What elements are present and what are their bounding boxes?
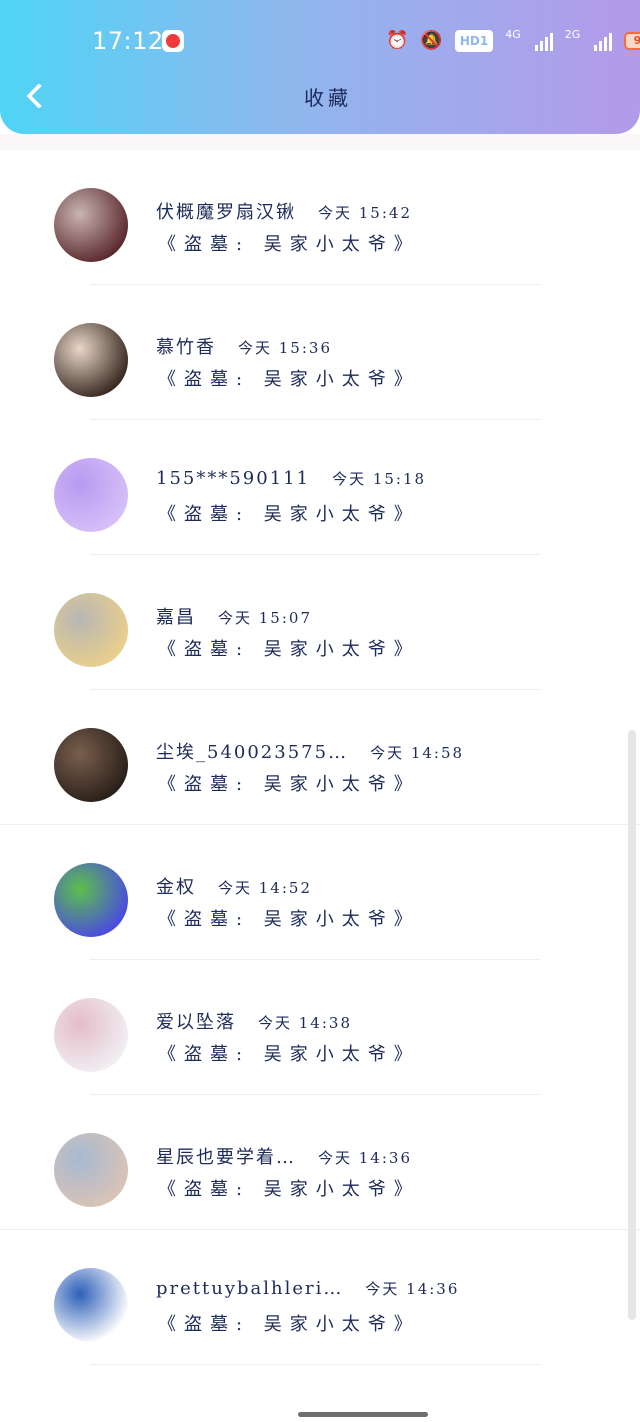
item-header: prettuybalhleri… 今天 14:36 [156,1278,459,1299]
list-item[interactable]: 155***590111 今天 15:18 《盗墓: 吴家小太爷》 [0,420,640,555]
user-name[interactable]: 尘埃_540023575… [156,742,348,763]
book-title[interactable]: 《盗墓: 吴家小太爷》 [158,365,420,391]
timestamp: 今天 15:18 [332,470,427,488]
user-name[interactable]: prettuybalhleri… [156,1278,343,1299]
app-header: 17:12 ⏰ 🔕 HD1 4G 2G 98 收藏 [0,0,640,134]
home-indicator[interactable] [298,1412,428,1417]
avatar[interactable] [54,998,128,1072]
alarm-icon: ⏰ [386,30,409,51]
avatar[interactable] [54,458,128,532]
status-time: 17:12 [92,27,164,55]
list-item[interactable]: 嘉昌 今天 15:07 《盗墓: 吴家小太爷》 [0,555,640,690]
book-title[interactable]: 《盗墓: 吴家小太爷》 [158,770,420,796]
avatar[interactable] [54,863,128,937]
avatar[interactable] [54,1268,128,1342]
user-name[interactable]: 星辰也要学着… [156,1147,296,1168]
book-title[interactable]: 《盗墓: 吴家小太爷》 [158,635,420,661]
item-header: 尘埃_540023575… 今天 14:58 [156,738,464,764]
status-bar: 17:12 ⏰ 🔕 HD1 4G 2G 98 [0,0,640,80]
timestamp: 今天 15:42 [318,204,412,222]
network-label-2: 2G [564,28,581,41]
timestamp: 今天 14:58 [370,744,465,762]
item-header: 慕竹香 今天 15:36 [156,333,332,359]
signal-icon-2 [594,31,613,51]
battery-icon: 98 [624,32,640,50]
user-name[interactable]: 金权 [156,877,196,898]
list-item[interactable]: 尘埃_540023575… 今天 14:58 《盗墓: 吴家小太爷》 [0,690,640,825]
list-item[interactable]: 慕竹香 今天 15:36 《盗墓: 吴家小太爷》 [0,285,640,420]
item-header: 金权 今天 14:52 [156,873,312,899]
timestamp: 今天 15:07 [218,609,312,627]
avatar[interactable] [54,728,128,802]
mute-icon: 🔕 [420,30,443,51]
scrollbar[interactable] [628,730,636,1320]
header-divider [0,134,640,150]
avatar[interactable] [54,188,128,262]
status-icons: ⏰ 🔕 HD1 4G 2G 98 [386,28,640,54]
user-name[interactable]: 爱以坠落 [156,1012,236,1033]
timestamp: 今天 14:36 [365,1280,460,1298]
item-header: 爱以坠落 今天 14:38 [156,1008,352,1034]
item-header: 星辰也要学着… 今天 14:36 [156,1143,412,1169]
book-title[interactable]: 《盗墓: 吴家小太爷》 [158,1175,420,1201]
user-name[interactable]: 慕竹香 [156,337,216,358]
hd-icon: HD1 [454,30,494,52]
book-title[interactable]: 《盗墓: 吴家小太爷》 [158,500,420,526]
avatar[interactable] [54,323,128,397]
list-item[interactable]: prettuybalhleri… 今天 14:36 《盗墓: 吴家小太爷》 [0,1230,640,1365]
network-label: 4G [505,28,521,41]
book-title[interactable]: 《盗墓: 吴家小太爷》 [158,1310,420,1336]
list-item[interactable]: 伏概魔罗扇汉锹 今天 15:42 《盗墓: 吴家小太爷》 [0,150,640,285]
timestamp: 今天 14:38 [258,1014,352,1032]
timestamp: 今天 15:36 [238,339,332,357]
timestamp: 今天 14:36 [318,1149,412,1167]
user-name[interactable]: 伏概魔罗扇汉锹 [156,202,296,223]
list-item[interactable]: 星辰也要学着… 今天 14:36 《盗墓: 吴家小太爷》 [0,1095,640,1230]
item-header: 嘉昌 今天 15:07 [156,603,312,629]
avatar[interactable] [54,1133,128,1207]
screen-record-icon [162,30,184,52]
list-item[interactable]: 爱以坠落 今天 14:38 《盗墓: 吴家小太爷》 [0,960,640,1095]
user-name[interactable]: 嘉昌 [156,607,196,628]
avatar[interactable] [54,593,128,667]
book-title[interactable]: 《盗墓: 吴家小太爷》 [158,1040,420,1066]
list-item[interactable]: 金权 今天 14:52 《盗墓: 吴家小太爷》 [0,825,640,960]
item-divider [90,1364,540,1365]
book-title[interactable]: 《盗墓: 吴家小太爷》 [158,230,420,256]
signal-icon [534,31,553,51]
item-header: 155***590111 今天 15:18 [156,468,426,489]
book-title[interactable]: 《盗墓: 吴家小太爷》 [158,905,420,931]
timestamp: 今天 14:52 [218,879,312,897]
page-title: 收藏 [304,86,352,110]
item-header: 伏概魔罗扇汉锹 今天 15:42 [156,198,412,224]
favorites-list: 伏概魔罗扇汉锹 今天 15:42 《盗墓: 吴家小太爷》 慕竹香 今天 15:36 《盗墓… [0,150,640,1365]
user-name[interactable]: 155***590111 [156,468,310,489]
